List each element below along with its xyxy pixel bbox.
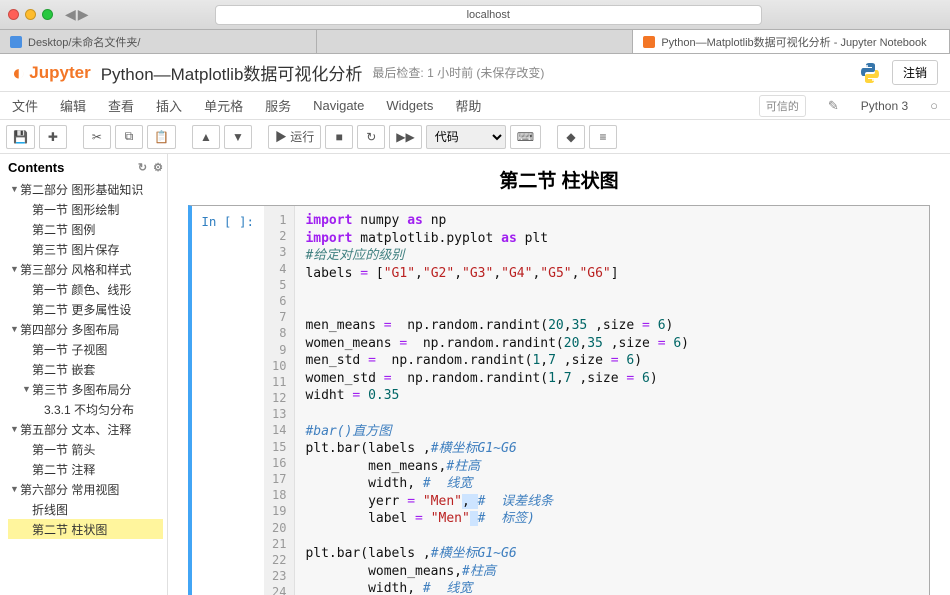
toc-item-7[interactable]: ▼第四部分 多图布局	[8, 319, 163, 339]
stop-button[interactable]: ■	[325, 125, 353, 149]
folder-icon	[10, 36, 22, 48]
kernel-name[interactable]: Python 3	[861, 99, 908, 113]
code-editor[interactable]: import numpy as np import matplotlib.pyp…	[295, 206, 699, 595]
kernel-status-icon: ○	[930, 98, 938, 113]
browser-tab-2[interactable]: Python—Matplotlib数据可视化分析 - Jupyter Noteb…	[633, 30, 950, 53]
toc-item-10[interactable]: ▼第三节 多图布局分	[8, 379, 163, 399]
menu-help[interactable]: 帮助	[455, 96, 481, 115]
nav-arrows: ◀ ▶	[65, 6, 89, 23]
save-button[interactable]: 💾	[6, 125, 35, 149]
maximize-window[interactable]	[42, 9, 53, 20]
browser-tab-1[interactable]	[317, 30, 634, 53]
menubar: 文件 编辑 查看 插入 单元格 服务 Navigate Widgets 帮助 可…	[0, 92, 950, 120]
menu-insert[interactable]: 插入	[156, 96, 182, 115]
add-cell-button[interactable]: ✚	[39, 125, 67, 149]
toc-item-11[interactable]: 3.3.1 不均匀分布	[8, 399, 163, 419]
jupyter-logo[interactable]: ◐Jupyter	[12, 60, 91, 86]
cut-button[interactable]: ✂	[83, 125, 111, 149]
trusted-indicator[interactable]: 可信的	[759, 95, 806, 117]
edit-icon[interactable]: ✎	[828, 98, 839, 114]
browser-tab-0[interactable]: Desktop/未命名文件夹/	[0, 30, 317, 53]
toc-settings-icon[interactable]: ⚙	[153, 161, 163, 174]
minimize-window[interactable]	[25, 9, 36, 20]
notebook-title[interactable]: Python—Matplotlib数据可视化分析	[101, 60, 363, 85]
logout-button[interactable]: 注销	[892, 60, 938, 85]
menu-navigate[interactable]: Navigate	[313, 98, 364, 113]
notebook-area[interactable]: 第二节 柱状图 In [ ]: 123456789101112131415161…	[168, 154, 950, 595]
run-button[interactable]: ▶ 运行	[268, 125, 321, 149]
celltype-select[interactable]: 代码	[426, 125, 506, 149]
toc-item-17[interactable]: 第二节 柱状图	[8, 519, 163, 539]
traffic-lights	[8, 9, 53, 20]
back-button[interactable]: ◀	[65, 6, 76, 23]
markdown-heading[interactable]: 第二节 柱状图	[188, 162, 930, 205]
toc-item-16[interactable]: 折线图	[8, 499, 163, 519]
close-window[interactable]	[8, 9, 19, 20]
notebook-header: ◐Jupyter Python—Matplotlib数据可视化分析 最后检查: …	[0, 54, 950, 92]
restart-button[interactable]: ↻	[357, 125, 385, 149]
input-prompt: In [ ]:	[192, 206, 264, 595]
toc-sidebar: Contents ↻ ⚙ ▼第二部分 图形基础知识第一节 图形绘制第二节 图例第三…	[0, 154, 168, 595]
toc-refresh-icon[interactable]: ↻	[138, 161, 147, 174]
menu-widgets[interactable]: Widgets	[386, 98, 433, 113]
code-cell[interactable]: In [ ]: 12345678910111213141516171819202…	[188, 205, 930, 595]
menu-view[interactable]: 查看	[108, 96, 134, 115]
toggle-toc-button[interactable]: ≡	[589, 125, 617, 149]
address-bar[interactable]: localhost	[215, 5, 762, 25]
toc-title: Contents	[8, 160, 64, 175]
toc-header: Contents ↻ ⚙	[8, 160, 163, 175]
toc-item-1[interactable]: 第一节 图形绘制	[8, 199, 163, 219]
toc-item-6[interactable]: 第二节 更多属性设	[8, 299, 163, 319]
toc-item-5[interactable]: 第一节 颜色、线形	[8, 279, 163, 299]
move-up-button[interactable]: ▲	[192, 125, 220, 149]
line-gutter: 1234567891011121314151617181920212223242…	[264, 206, 295, 595]
menu-kernel[interactable]: 服务	[265, 96, 291, 115]
checkpoint-status: 最后检查: 1 小时前 (未保存改变)	[372, 64, 544, 81]
toc-item-2[interactable]: 第二节 图例	[8, 219, 163, 239]
toc-item-9[interactable]: 第二节 嵌套	[8, 359, 163, 379]
toc-item-8[interactable]: 第一节 子视图	[8, 339, 163, 359]
menu-file[interactable]: 文件	[12, 96, 38, 115]
python-icon	[858, 61, 882, 85]
toc-item-15[interactable]: ▼第六部分 常用视图	[8, 479, 163, 499]
tab-label: Desktop/未命名文件夹/	[28, 34, 140, 50]
menu-edit[interactable]: 编辑	[60, 96, 86, 115]
toc-item-4[interactable]: ▼第三部分 风格和样式	[8, 259, 163, 279]
toc-item-14[interactable]: 第二节 注释	[8, 459, 163, 479]
tab-label: Python—Matplotlib数据可视化分析 - Jupyter Noteb…	[661, 34, 926, 50]
menu-cell[interactable]: 单元格	[204, 96, 243, 115]
paste-button[interactable]: 📋	[147, 125, 176, 149]
browser-chrome: ◀ ▶ localhost	[0, 0, 950, 30]
browser-tabs: Desktop/未命名文件夹/ Python—Matplotlib数据可视化分析…	[0, 30, 950, 54]
toolbar: 💾 ✚ ✂ ⧉ 📋 ▲ ▼ ▶ 运行 ■ ↻ ▶▶ 代码 ⌨ ◆ ≡	[0, 120, 950, 154]
command-palette-button[interactable]: ⌨	[510, 125, 541, 149]
forward-button[interactable]: ▶	[78, 6, 89, 23]
toc-item-13[interactable]: 第一节 箭头	[8, 439, 163, 459]
jupyter-icon	[643, 36, 655, 48]
toc-item-3[interactable]: 第三节 图片保存	[8, 239, 163, 259]
copy-button[interactable]: ⧉	[115, 125, 143, 149]
toc-item-0[interactable]: ▼第二部分 图形基础知识	[8, 179, 163, 199]
toc-item-12[interactable]: ▼第五部分 文本、注释	[8, 419, 163, 439]
restart-run-button[interactable]: ▶▶	[389, 125, 421, 149]
move-down-button[interactable]: ▼	[224, 125, 252, 149]
toc-button[interactable]: ◆	[557, 125, 585, 149]
